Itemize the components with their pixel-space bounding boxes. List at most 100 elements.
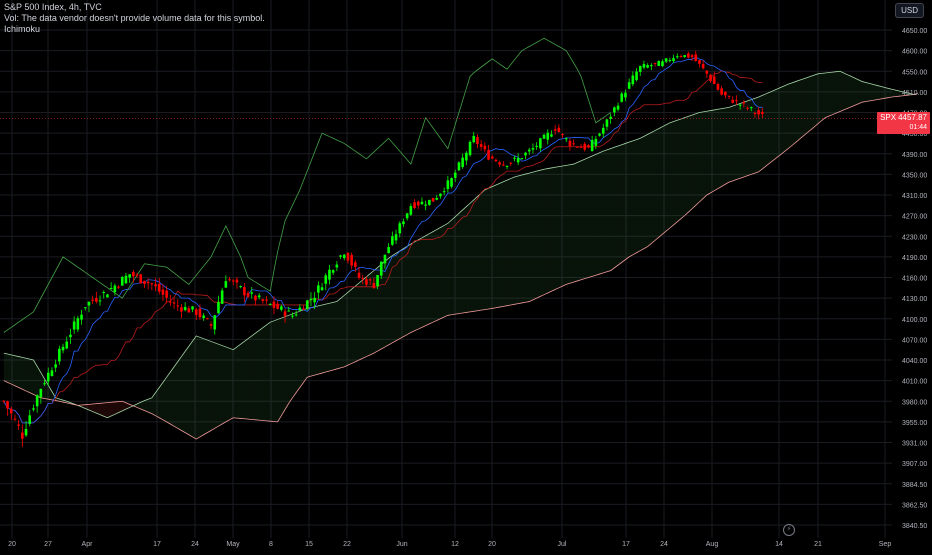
cloud-segment <box>618 144 622 266</box>
candle-body <box>72 321 76 330</box>
cloud-segment <box>788 82 792 149</box>
cloud-segment <box>111 401 115 417</box>
candle-body <box>243 287 246 296</box>
candle-body <box>172 302 176 304</box>
candle-body <box>601 127 605 134</box>
cloud-segment <box>547 167 552 293</box>
cloud-segment <box>692 113 696 209</box>
cloud-segment <box>188 341 193 437</box>
symbol-title[interactable]: S&P 500 Index, 4h, TVC <box>4 2 265 13</box>
y-tick-label: 3907.00 <box>902 461 927 468</box>
candle-body <box>520 158 524 160</box>
cloud-segment <box>14 355 19 388</box>
candle-body <box>128 274 131 278</box>
x-tick-label: 14 <box>775 541 783 548</box>
candle-body <box>624 92 627 98</box>
candle-body <box>294 314 298 316</box>
candle-body <box>687 53 690 58</box>
candle-body <box>50 370 54 377</box>
cloud-segment <box>684 116 689 216</box>
candle-body <box>280 306 283 310</box>
candle-body <box>635 71 638 81</box>
candle-body <box>76 318 80 330</box>
candle-body <box>483 145 487 150</box>
candle-body <box>368 279 372 281</box>
cloud-segment <box>225 346 230 422</box>
cloud-segment <box>229 348 234 420</box>
cloud-segment <box>573 162 578 283</box>
cloud-segment <box>181 351 186 433</box>
cloud-segment <box>751 98 755 175</box>
cloud-segment <box>529 172 533 302</box>
cloud-segment <box>532 171 537 300</box>
candle-body <box>246 293 250 297</box>
candle-body <box>653 62 657 64</box>
chart-root[interactable]: 3840.50 3862.50 3884.50 3907.00 3931.00 3955.… <box>0 0 932 550</box>
cloud-segment <box>725 107 730 185</box>
candle-body <box>302 308 305 310</box>
cloud-segment <box>421 235 426 328</box>
cloud-segment <box>329 302 334 371</box>
cloud-segment <box>732 104 737 181</box>
y-tick-label: 4070.00 <box>902 337 927 344</box>
cloud-segment <box>144 399 149 413</box>
cloud-segment <box>621 143 626 263</box>
cloud-segment <box>828 72 833 117</box>
cloud-segment <box>236 344 241 419</box>
y-tick-label: 4650.00 <box>902 28 927 35</box>
candle-body <box>35 395 39 407</box>
candle-body <box>24 429 28 436</box>
candle-body <box>435 198 439 200</box>
x-tick-label: 17 <box>622 541 630 548</box>
candle-body <box>346 252 350 261</box>
candle-body <box>557 127 561 133</box>
cloud-segment <box>162 377 167 422</box>
candle-body <box>672 58 675 62</box>
candle-body <box>113 285 117 293</box>
price-chart[interactable]: 3840.50 3862.50 3884.50 3907.00 3931.00 3955.… <box>0 0 932 550</box>
candle-body <box>46 372 50 382</box>
cloud-segment <box>436 227 441 321</box>
candle-body <box>180 307 183 312</box>
candle-body <box>261 299 265 302</box>
candle-body <box>468 141 472 156</box>
cloud-segment <box>762 93 767 169</box>
cloud-segment <box>854 78 859 106</box>
ichimoku-cloud <box>3 71 918 440</box>
y-tick-label: 4350.00 <box>902 172 927 179</box>
candle-body <box>228 279 231 281</box>
indicator-label[interactable]: Ichimoku <box>4 24 265 35</box>
cloud-segment <box>888 88 892 98</box>
y-tick-label: 4230.00 <box>902 234 927 241</box>
y-tick-label: 4190.00 <box>902 255 927 262</box>
cloud-segment <box>717 108 722 189</box>
candle-body <box>616 105 620 110</box>
candle-body <box>698 60 701 64</box>
cloud-segment <box>780 85 785 155</box>
cloud-segment <box>192 335 197 440</box>
candle-body <box>231 280 235 282</box>
x-tick-label: Jun <box>396 541 407 548</box>
lightning-icon[interactable]: ⚡ <box>783 524 795 536</box>
cloud-segment <box>766 92 770 166</box>
cloud-segment <box>791 81 796 146</box>
candle-body <box>661 61 664 67</box>
candle-body <box>535 145 538 147</box>
x-tick-label: 22 <box>343 541 351 548</box>
cloud-segment <box>270 320 274 422</box>
cloud-segment <box>581 159 585 280</box>
volume-note: Vol: The data vendor doesn't provide vol… <box>4 13 265 23</box>
cloud-segment <box>384 258 389 347</box>
candle-body <box>32 408 35 410</box>
candle-body <box>169 301 172 303</box>
cloud-segment <box>551 167 556 292</box>
candle-body <box>513 157 516 159</box>
currency-button[interactable]: USD <box>895 3 924 18</box>
last-price-badge: SPX 4457.87 01:44 <box>877 111 930 134</box>
y-tick-label: 4160.00 <box>902 276 927 283</box>
candle-body <box>106 294 109 298</box>
cloud-segment <box>166 372 171 425</box>
candle-body <box>383 254 387 264</box>
candle-body <box>409 206 413 215</box>
cloud-segment <box>199 337 204 437</box>
